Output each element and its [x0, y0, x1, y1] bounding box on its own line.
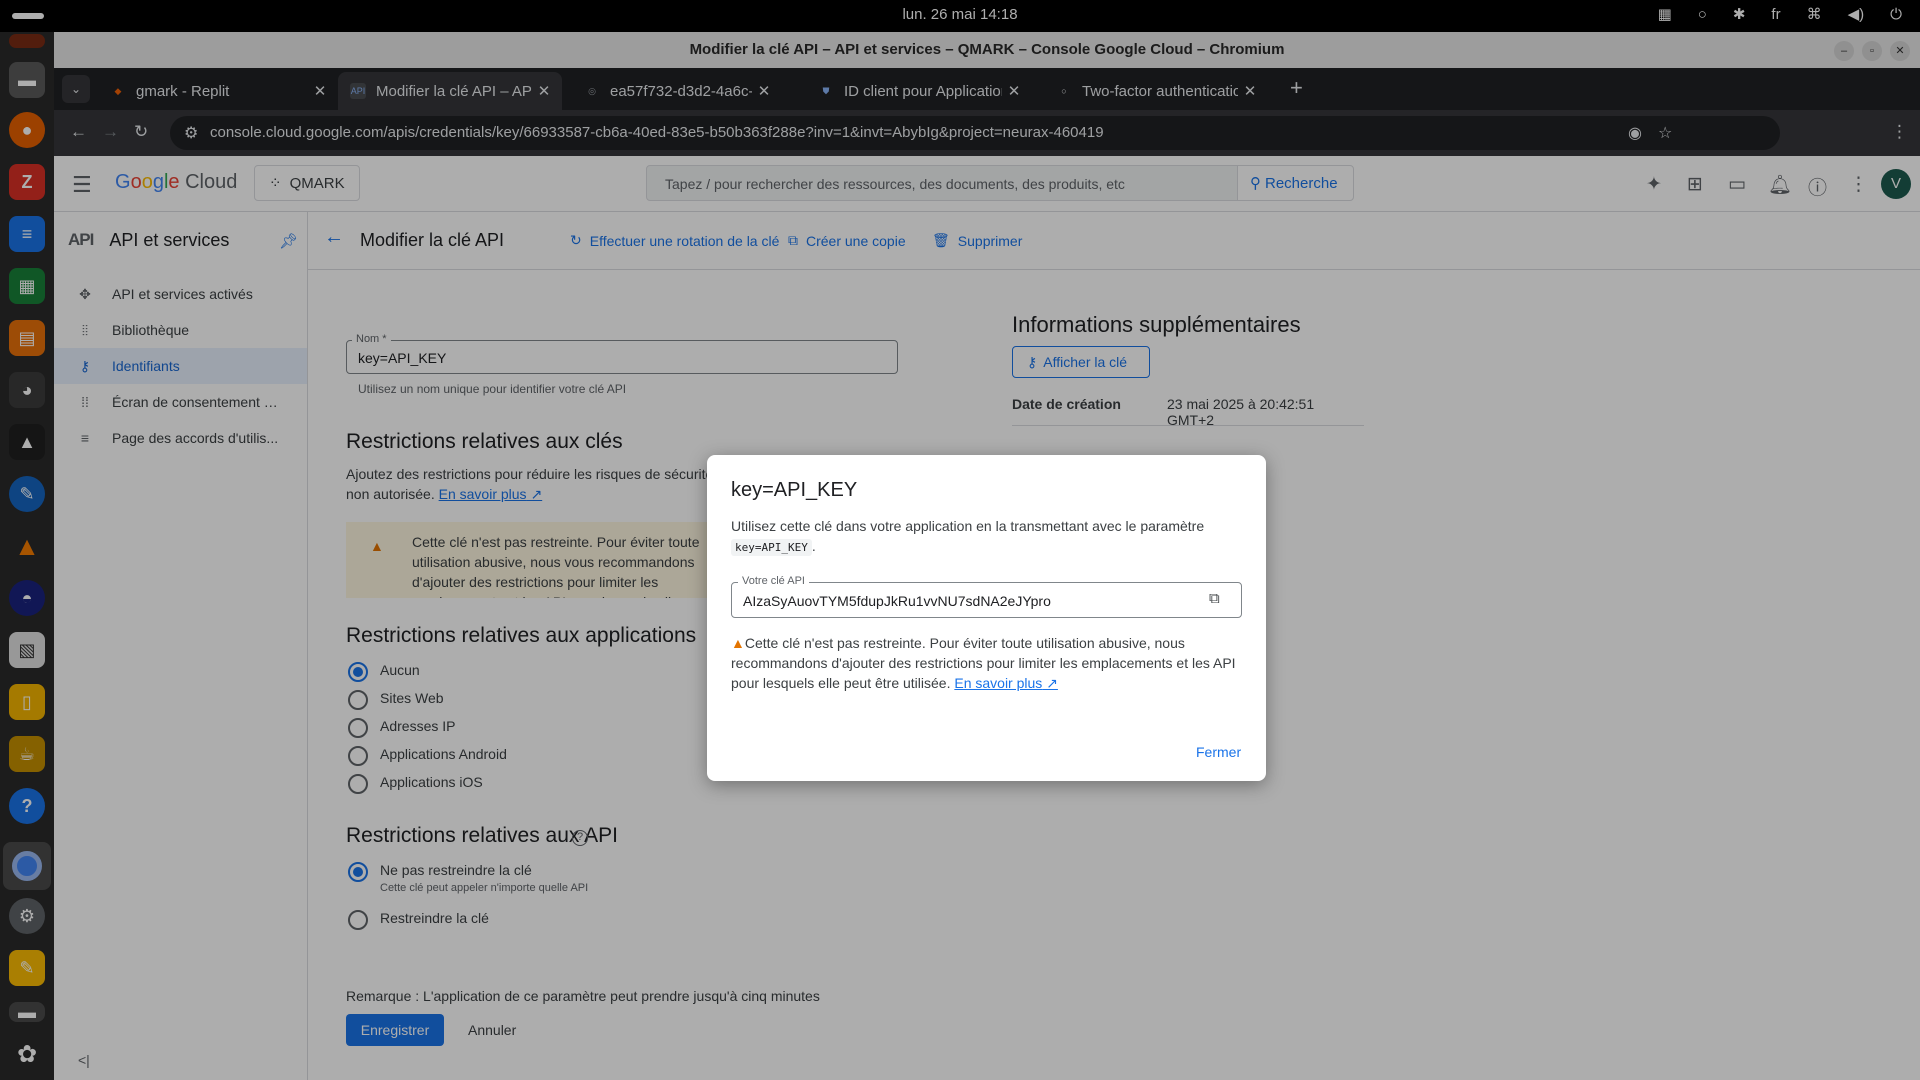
api-key-label: Votre clé API: [738, 575, 809, 587]
close-button[interactable]: Fermer: [1196, 744, 1241, 760]
copy-icon[interactable]: ⧉: [1209, 590, 1220, 607]
learn-more-link[interactable]: En savoir plus: [954, 675, 1042, 691]
api-key-field[interactable]: AIzaSyAuovTYM5fdupJkRu1vvNU7sdNA2eJYpro: [731, 582, 1242, 618]
dialog-title: key=API_KEY: [731, 479, 858, 501]
external-link-icon: ↗: [1042, 675, 1058, 691]
dialog-description: Utilisez cette clé dans votre applicatio…: [731, 518, 1205, 556]
param-code: key=API_KEY: [731, 539, 812, 556]
warning-icon: ▲: [731, 635, 745, 651]
api-key-dialog: key=API_KEY Utilisez cette clé dans votr…: [707, 455, 1266, 781]
dialog-warning: ▲Cette clé n'est pas restreinte. Pour év…: [731, 635, 1236, 691]
